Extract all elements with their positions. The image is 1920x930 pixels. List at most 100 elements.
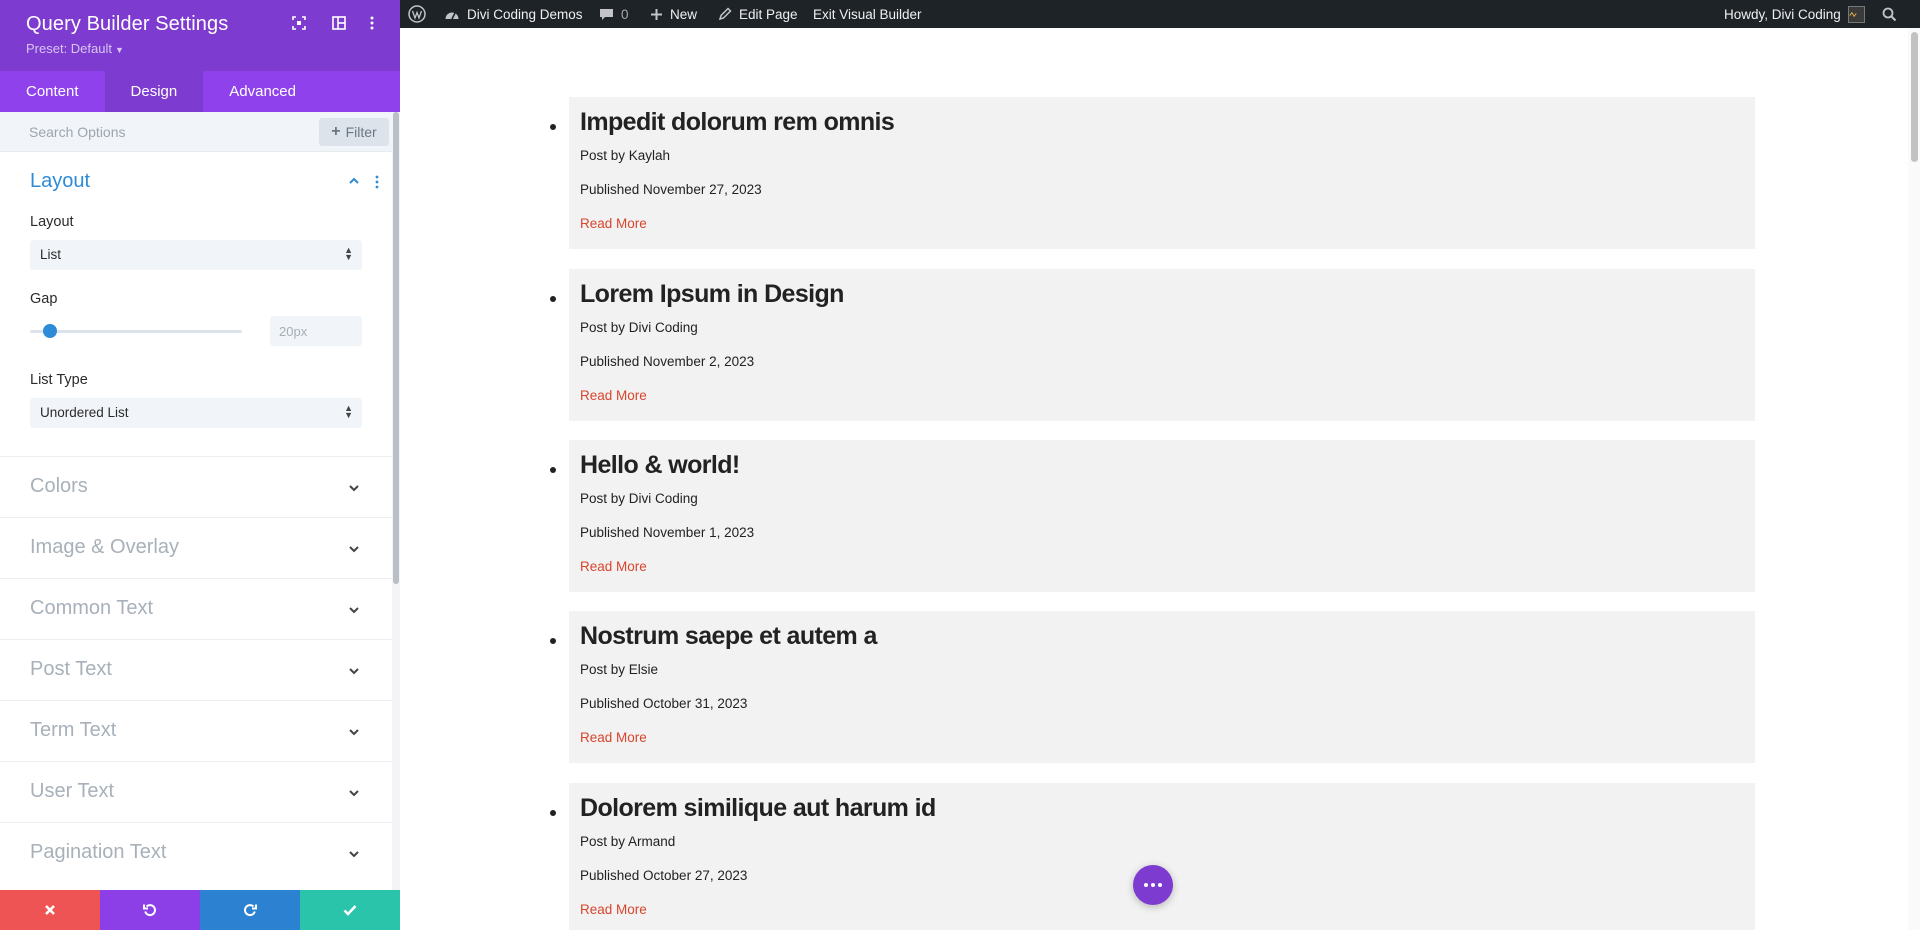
post-item: Lorem Ipsum in Design Post by Divi Codin… <box>550 269 1755 421</box>
save-button[interactable] <box>300 890 400 930</box>
exit-visual-builder-link[interactable]: Exit Visual Builder <box>813 0 922 28</box>
check-icon <box>343 905 357 916</box>
builder-menu-button[interactable] <box>1133 865 1173 905</box>
page-scrollbar[interactable] <box>1908 28 1920 930</box>
image-overlay-group[interactable]: Image & Overlay <box>0 517 392 578</box>
undo-button[interactable] <box>100 890 200 930</box>
tab-advanced[interactable]: Advanced <box>203 71 322 112</box>
list-bullet <box>550 124 556 130</box>
plus-icon <box>651 8 662 20</box>
post-author: Post by Divi Coding <box>580 491 698 506</box>
layout-group: Layout Layout List ▲▼ Gap List Type Unor… <box>0 152 392 456</box>
post-date: Published October 27, 2023 <box>580 868 748 883</box>
chevron-down-icon <box>349 729 359 736</box>
edit-page-link[interactable]: Edit Page <box>718 0 798 28</box>
post-date: Published November 27, 2023 <box>580 182 762 197</box>
post-title[interactable]: Nostrum saepe et autem a <box>580 622 877 651</box>
chevron-down-icon <box>349 546 359 553</box>
page-scrollbar-thumb[interactable] <box>1911 32 1918 162</box>
post-author: Post by Kaylah <box>580 148 671 163</box>
dot-icon <box>1151 883 1155 887</box>
post-date: Published October 31, 2023 <box>580 696 748 711</box>
group-title: Common Text <box>30 597 154 619</box>
exit-builder-label: Exit Visual Builder <box>813 6 922 22</box>
panel-title: Query Builder Settings <box>26 13 229 35</box>
new-content-link[interactable]: New <box>650 0 697 28</box>
fullscreen-icon[interactable] <box>290 14 308 32</box>
redo-icon <box>244 904 257 917</box>
preset-dropdown[interactable]: Preset: Default ▼ <box>26 41 124 56</box>
layout-field-label: Layout <box>30 214 74 230</box>
group-options-icon[interactable] <box>374 175 380 189</box>
pagination-text-group[interactable]: Pagination Text <box>0 822 392 883</box>
post-title[interactable]: Dolorem similique aut harum id <box>580 794 936 823</box>
tab-design[interactable]: Design <box>104 71 204 112</box>
gap-slider-handle[interactable] <box>43 324 57 338</box>
comments-count: 0 <box>621 6 629 22</box>
read-more-link[interactable]: Read More <box>580 559 647 574</box>
filter-button[interactable]: + Filter <box>319 118 389 146</box>
post-text-group[interactable]: Post Text <box>0 639 392 700</box>
post-item: Hello & world! Post by Divi Coding Publi… <box>550 440 1755 592</box>
post-item: Dolorem similique aut harum id Post by A… <box>550 783 1755 930</box>
filter-label: Filter <box>345 124 377 140</box>
post-item: Nostrum saepe et autem a Post by Elsie P… <box>550 611 1755 763</box>
common-text-group[interactable]: Common Text <box>0 578 392 639</box>
site-name: Divi Coding Demos <box>467 6 583 22</box>
dot-icon <box>1144 883 1148 887</box>
more-options-icon[interactable] <box>363 14 381 32</box>
list-type-select[interactable]: Unordered List ▲ ▼ <box>30 398 362 428</box>
panel-header: Query Builder Settings Preset: Default ▼ <box>0 0 400 71</box>
list-bullet <box>550 296 556 302</box>
panel-tabs: Content Design Advanced <box>0 71 400 112</box>
list-type-select-value: Unordered List <box>40 405 129 420</box>
pencil-icon <box>718 7 732 21</box>
account-menu[interactable]: Howdy, Divi Coding <box>1724 0 1865 28</box>
user-text-group[interactable]: User Text <box>0 761 392 822</box>
group-title: Term Text <box>30 719 117 741</box>
search-icon[interactable] <box>1882 0 1904 28</box>
undo-icon <box>143 904 156 917</box>
redo-button[interactable] <box>200 890 300 930</box>
read-more-link[interactable]: Read More <box>580 730 647 745</box>
preset-label: Preset: Default <box>26 41 112 56</box>
post-title[interactable]: Impedit dolorum rem omnis <box>580 108 895 137</box>
chevron-down-icon <box>349 485 359 492</box>
settings-groups: Layout Layout List ▲▼ Gap List Type Unor… <box>0 152 392 890</box>
comment-icon <box>600 9 613 20</box>
tab-content[interactable]: Content <box>0 71 105 112</box>
term-text-group[interactable]: Term Text <box>0 700 392 761</box>
site-name-link[interactable]: Divi Coding Demos <box>444 0 583 28</box>
page-canvas: Impedit dolorum rem omnis Post by Kaylah… <box>400 28 1908 930</box>
read-more-link[interactable]: Read More <box>580 902 647 917</box>
panel-scrollbar[interactable] <box>392 112 400 890</box>
cancel-button[interactable] <box>0 890 100 930</box>
dashboard-icon <box>445 12 459 20</box>
split-view-icon[interactable] <box>330 14 348 32</box>
panel-action-bar <box>0 890 400 930</box>
settings-panel: Query Builder Settings Preset: Default ▼ … <box>0 0 400 930</box>
post-author: Post by Elsie <box>580 662 659 677</box>
chevron-down-icon <box>349 607 359 614</box>
avatar <box>1847 5 1865 23</box>
colors-group[interactable]: Colors <box>0 456 392 517</box>
layout-select-value: List <box>40 247 62 262</box>
plus-icon: + <box>331 123 341 140</box>
howdy-text: Howdy, Divi Coding <box>1724 6 1841 22</box>
wordpress-logo-icon[interactable] <box>408 0 433 28</box>
read-more-link[interactable]: Read More <box>580 388 647 403</box>
post-author: Post by Divi Coding <box>580 320 698 335</box>
post-title[interactable]: Lorem Ipsum in Design <box>580 280 844 309</box>
chevron-up-icon[interactable] <box>347 174 361 188</box>
comments-link[interactable]: 0 <box>599 0 629 28</box>
group-title: Pagination Text <box>30 841 167 863</box>
layout-group-title[interactable]: Layout <box>30 170 90 193</box>
gap-slider-track[interactable] <box>30 330 242 333</box>
gap-input[interactable] <box>270 316 362 346</box>
read-more-link[interactable]: Read More <box>580 216 647 231</box>
search-options-input[interactable] <box>16 120 306 144</box>
panel-scrollbar-thumb[interactable] <box>393 112 399 584</box>
wp-admin-bar: Divi Coding Demos 0 New Edit Page Exit V… <box>400 0 1920 28</box>
layout-select[interactable]: List ▲ ▼ <box>30 240 362 270</box>
post-title[interactable]: Hello & world! <box>580 451 740 480</box>
